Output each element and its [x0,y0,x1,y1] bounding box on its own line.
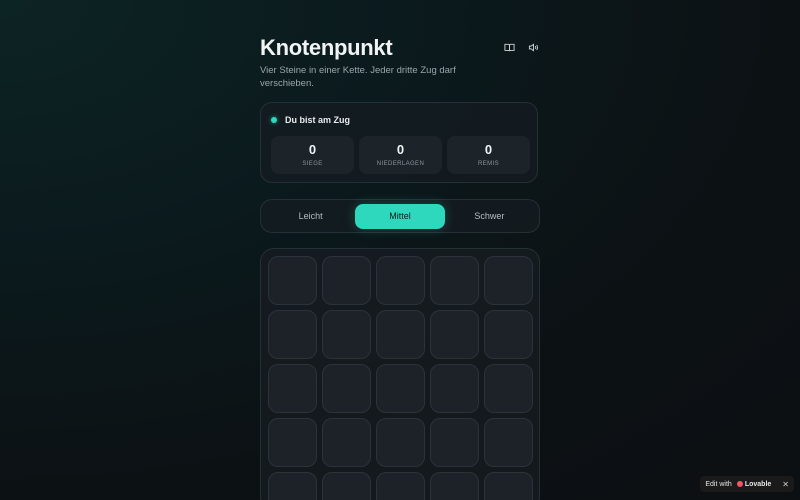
board-cell[interactable] [376,364,425,413]
speaker-icon[interactable] [526,40,540,54]
stat-losses-value: 0 [396,142,405,157]
board-cell[interactable] [376,310,425,359]
turn-text: Du bist am Zug [285,115,350,125]
board-cell[interactable] [268,364,317,413]
header-actions [502,40,540,54]
status-card: Du bist am Zug 0 SIEGE 0 NIEDERLAGEN 0 R… [260,102,538,183]
stat-draws: 0 REMIS [447,136,530,174]
board-cell[interactable] [322,418,371,467]
stat-draws-label: REMIS [477,161,499,167]
turn-indicator: Du bist am Zug [271,115,350,125]
difficulty-hard-button[interactable]: Schwer [445,204,534,229]
board-cell[interactable] [484,256,533,305]
stats-row: 0 SIEGE 0 NIEDERLAGEN 0 REMIS [271,136,530,174]
board-cell[interactable] [484,364,533,413]
board-cell[interactable] [430,418,479,467]
board-cell[interactable] [430,472,479,500]
stat-losses: 0 NIEDERLAGEN [359,136,442,174]
board-grid [268,256,533,500]
close-icon[interactable]: ✕ [782,480,789,489]
board-cell[interactable] [268,418,317,467]
stat-wins: 0 SIEGE [271,136,354,174]
board-cell[interactable] [484,310,533,359]
board-cell[interactable] [322,256,371,305]
header: Knotenpunkt Vier Steine in einer Kette. … [260,34,540,90]
difficulty-easy-button[interactable]: Leicht [266,204,355,229]
heart-icon [736,481,743,487]
board-cell[interactable] [268,256,317,305]
board-cell[interactable] [322,364,371,413]
difficulty-medium-button[interactable]: Mittel [355,203,445,229]
lovable-logo: Lovable [736,480,772,488]
board-cell[interactable] [376,472,425,500]
board-cell[interactable] [430,256,479,305]
lovable-badge[interactable]: Edit with Lovable ✕ [700,476,794,492]
board-cell[interactable] [376,418,425,467]
board-cell[interactable] [322,472,371,500]
game-page: Knotenpunkt Vier Steine in einer Kette. … [0,0,800,500]
board-cell[interactable] [376,256,425,305]
turn-dot-icon [271,117,277,123]
difficulty-selector: Leicht Mittel Schwer [260,199,540,233]
board-cell[interactable] [430,364,479,413]
page-title: Knotenpunkt [260,35,393,60]
stat-draws-value: 0 [484,142,493,157]
page-subtitle: Vier Steine in einer Kette. Jeder dritte… [260,65,456,89]
badge-brand: Lovable [744,480,772,488]
board-cell[interactable] [268,310,317,359]
board-cell[interactable] [268,472,317,500]
book-icon[interactable] [502,40,516,54]
game-board [260,248,540,500]
badge-prefix: Edit with [705,480,732,488]
stat-wins-value: 0 [308,142,317,157]
stat-losses-label: NIEDERLAGEN [376,161,425,167]
board-cell[interactable] [430,310,479,359]
board-cell[interactable] [484,418,533,467]
board-cell[interactable] [322,310,371,359]
stat-wins-label: SIEGE [302,161,323,167]
board-cell[interactable] [484,472,533,500]
